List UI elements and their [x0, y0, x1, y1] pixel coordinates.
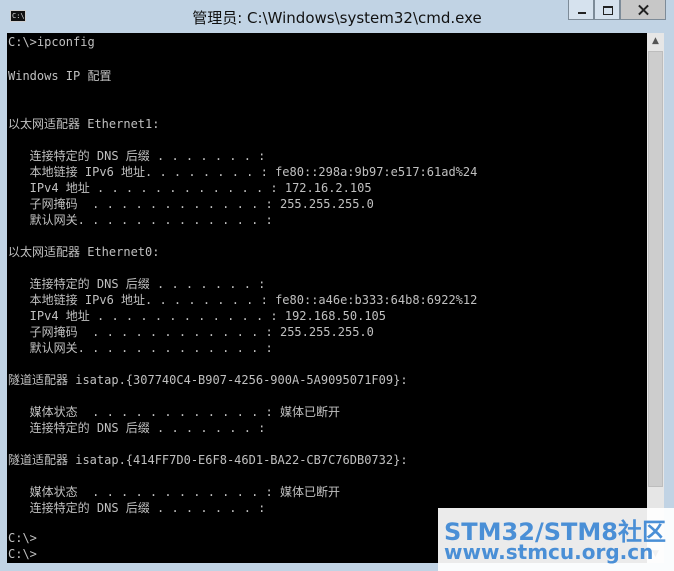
console-line: 默认网关. . . . . . . . . . . . . :	[8, 341, 273, 355]
console-line: 连接特定的 DNS 后缀 . . . . . . . :	[8, 501, 266, 515]
scroll-thumb[interactable]	[648, 51, 663, 487]
watermark-url: www.stmcu.org.cn	[444, 540, 654, 564]
title-bar[interactable]: C:\ 管理员: C:\Windows\system32\cmd.exe	[0, 0, 674, 32]
console-line: IPv4 地址 . . . . . . . . . . . . : 172.16…	[8, 181, 372, 195]
console-line: C:\>	[8, 531, 37, 545]
console-line: 子网掩码 . . . . . . . . . . . . : 255.255.2…	[8, 197, 374, 211]
console-line: 媒体状态 . . . . . . . . . . . . : 媒体已断开	[8, 405, 340, 419]
console-line: IPv4 地址 . . . . . . . . . . . . : 192.16…	[8, 309, 387, 323]
vertical-scrollbar[interactable]: ▲ ▼	[647, 33, 664, 563]
console-line: 以太网适配器 Ethernet0:	[8, 245, 160, 259]
console-line: C:\>	[8, 547, 37, 561]
console-line: 以太网适配器 Ethernet1:	[8, 117, 160, 131]
console-line: 连接特定的 DNS 后缀 . . . . . . . :	[8, 421, 266, 435]
maximize-button[interactable]	[594, 0, 620, 20]
cmd-window: C:\ 管理员: C:\Windows\system32\cmd.exe C:\…	[0, 0, 674, 571]
console-line: 连接特定的 DNS 后缀 . . . . . . . :	[8, 149, 266, 163]
caption-buttons	[568, 0, 666, 21]
console-lines: C:\>ipconfig Windows IP 配置以太网适配器 Ethernet…	[8, 35, 477, 563]
close-button[interactable]	[620, 0, 666, 20]
console-output[interactable]: C:\>ipconfig Windows IP 配置以太网适配器 Ethernet…	[7, 33, 647, 563]
console-line: C:\>ipconfig	[8, 35, 95, 49]
minimize-button[interactable]	[568, 0, 594, 20]
console-line: Windows IP 配置	[8, 69, 112, 83]
console-line: 子网掩码 . . . . . . . . . . . . : 255.255.2…	[8, 325, 374, 339]
console-line: 隧道适配器 isatap.{307740C4-B907-4256-900A-5A…	[8, 373, 408, 387]
console-line: 本地链接 IPv6 地址. . . . . . . . : fe80::a46e…	[8, 293, 478, 307]
scroll-up-arrow-icon[interactable]: ▲	[647, 33, 664, 50]
console-line: 媒体状态 . . . . . . . . . . . . : 媒体已断开	[8, 485, 340, 499]
console-line: 隧道适配器 isatap.{414FF7D0-E6F8-46D1-BA22-CB…	[8, 453, 408, 467]
console-line: 连接特定的 DNS 后缀 . . . . . . . :	[8, 277, 266, 291]
console-line: 默认网关. . . . . . . . . . . . . :	[8, 213, 273, 227]
site-watermark: STM32/STM8社区 www.stmcu.org.cn	[438, 508, 674, 571]
console-line: 本地链接 IPv6 地址. . . . . . . . : fe80::298a…	[8, 165, 478, 179]
